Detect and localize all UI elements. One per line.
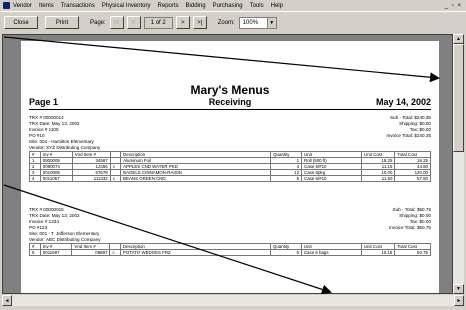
menu-transactions[interactable]: Transactions [61,3,95,9]
invoice-total: Invoice Total: $50.75 [388,225,431,230]
page-label: Page: [90,19,106,26]
transaction-summary: Sub - Total: $50.75 Shipping: $0.00 Tax:… [389,207,431,231]
menu-vendor[interactable]: Vendor [13,3,32,9]
close-button[interactable]: Close [4,16,38,29]
horizontal-scrollbar[interactable]: ◄ ► [2,295,464,306]
invoice-total: Invoice Total: $240.35 [386,133,431,138]
menu-items[interactable]: Items [39,3,54,9]
report-page-number: Page 1 [29,97,59,107]
window-controls[interactable]: _ ▫ × [445,3,462,9]
menu-bar: Vendor Items Transactions Physical Inven… [0,0,466,12]
print-button[interactable]: Print [45,16,79,29]
cell: 11.50 [361,175,396,182]
transaction-header: TRX # 00000014 TRX Date: May 13, 2002 In… [29,115,100,151]
cell: 5 [29,249,41,256]
cell: 09887 [71,249,111,256]
app-window: Vendor Items Transactions Physical Inven… [0,0,466,310]
cell: 10.15 [360,249,396,256]
menu-tools[interactable]: Tools [250,3,264,9]
cell: BEANS GREEN CND [120,175,272,182]
cell: POTATO WEDGES FRZ [119,249,271,256]
scroll-down-icon[interactable]: ▼ [453,284,464,294]
cell: 57.50 [394,175,431,182]
transaction-block: TRX # 00000015 TRX Date: May 13, 2002 In… [29,207,431,257]
items-table: # Inv # Vnd Item # Description Quantity … [29,243,431,256]
report-rule [29,109,431,110]
table-row: 4 0011057 111332 c BEANS GREEN CND 5 Cas… [29,175,431,182]
cell: 5 [269,249,302,256]
first-page-button[interactable]: |< [109,16,124,29]
scroll-up-icon[interactable]: ▲ [453,34,464,44]
cell: 0011057 [39,175,73,182]
vertical-scrollbar[interactable]: ▲ ▼ [453,34,464,294]
cell: c [109,249,121,256]
cell: Case 6 bags [300,249,362,256]
zoom-value: 100% [242,19,259,26]
scroll-right-icon[interactable]: ► [454,295,464,306]
report-title: Mary's Menus [190,83,270,97]
zoom-label: Zoom: [217,19,235,26]
cell: 4 [29,175,41,182]
cell: c [109,175,122,182]
report-toolbar: Close Print Page: |< < 1 of 2 > >| Zoom:… [0,13,466,32]
cell: 5 [270,175,303,182]
menu-purchasing[interactable]: Purchasing [213,3,243,9]
cell: 111332 [71,175,111,182]
transaction-header: TRX # 00000015 TRX Date: May 13, 2002 In… [29,207,101,243]
cell: 0011697 [39,249,73,256]
app-icon[interactable] [3,2,10,9]
cell: 50.75 [394,249,431,256]
next-page-button[interactable]: > [175,16,190,29]
menu-physical-inventory[interactable]: Physical Inventory [102,3,151,9]
chevron-down-icon[interactable]: ▼ [266,17,276,28]
report-page: Mary's Menus Receiving Page 1 May 14, 20… [21,41,439,293]
menu-reports[interactable]: Reports [158,3,179,9]
zoom-select[interactable]: 100% ▼ [238,16,277,29]
menu-bidding[interactable]: Bidding [186,3,206,9]
scroll-thumb[interactable] [453,44,464,152]
report-date: May 14, 2002 [375,97,431,107]
transaction-summary: Sub - Total: $240.35 Shipping: $0.00 Tax… [386,115,431,139]
cell: Case 6/#10 [301,175,363,182]
scroll-left-icon[interactable]: ◄ [2,295,12,306]
transaction-block: TRX # 00000014 TRX Date: May 13, 2002 In… [29,115,431,182]
last-page-button[interactable]: >| [192,16,207,29]
prev-page-button[interactable]: < [126,16,141,29]
menu-help[interactable]: Help [271,3,283,9]
table-row: 5 0011697 09887 c POTATO WEDGES FRZ 5 Ca… [29,249,431,256]
report-viewer[interactable]: Mary's Menus Receiving Page 1 May 14, 20… [2,34,453,294]
items-table: # Inv # Vnd Item # Description Quantity … [29,151,431,182]
page-indicator: 1 of 2 [143,16,173,29]
